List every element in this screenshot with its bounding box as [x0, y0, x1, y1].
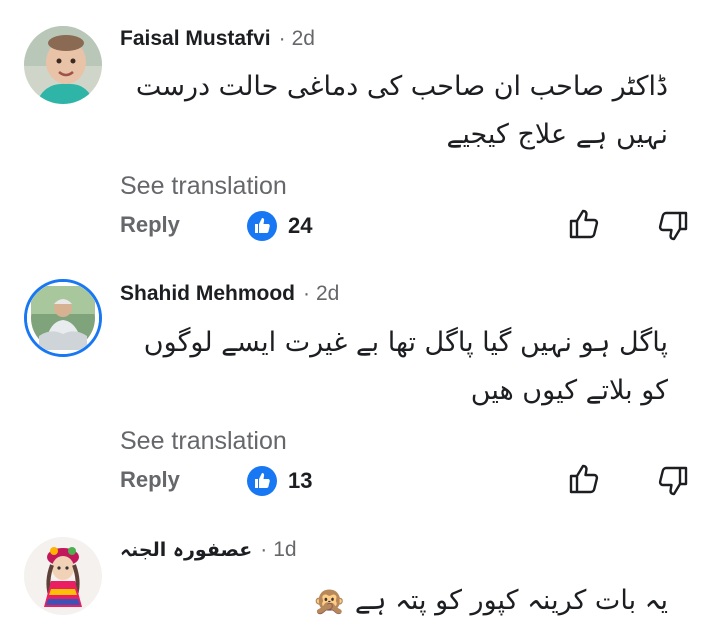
thumbs-up-icon[interactable]: [566, 461, 602, 497]
comment-text: پاگل ہو نہیں گیا پاگل تھا بے غیرت ایسے ل…: [118, 319, 668, 415]
comment-line: ڈاکٹر صاحب ان صاحب کی دماغی حالت درست: [135, 71, 668, 102]
see-no-evil-monkey-icon: 🙊: [312, 585, 347, 617]
reply-button[interactable]: Reply: [120, 212, 180, 238]
comment-line: کو بلاتے کیوں ھیں: [470, 375, 668, 406]
man-photo-icon: [27, 282, 99, 354]
reply-button[interactable]: Reply: [120, 467, 180, 493]
author-name[interactable]: عصفورہ الجنہ: [120, 539, 252, 561]
child-photo-icon: [24, 26, 102, 104]
thumbs-up-icon[interactable]: [566, 206, 602, 242]
thumbs-down-icon[interactable]: [655, 208, 691, 244]
comment-line: پاگل ہو نہیں گیا پاگل تھا بے غیرت ایسے ل…: [143, 327, 668, 358]
like-badge-icon[interactable]: [247, 211, 277, 241]
comment-item: Shahid Mehmood · 2d پاگل ہو نہیں گیا پاگ…: [0, 255, 720, 515]
comment-item: عصفورہ الجنہ · 1d یہ بات کرینہ کپور کو پ…: [0, 515, 720, 635]
avatar[interactable]: [24, 26, 102, 104]
separator-dot: ·: [260, 538, 268, 561]
timestamp[interactable]: 1d: [273, 538, 296, 562]
comment-text: ڈاکٹر صاحب ان صاحب کی دماغی حالت درست نہ…: [118, 63, 668, 159]
comment-line: یہ بات کرینہ کپور کو پتہ ہے 🙊: [118, 577, 668, 626]
comment-actions: Reply 13: [0, 461, 720, 501]
thumbs-down-icon[interactable]: [655, 463, 691, 499]
comment-header: Shahid Mehmood · 2d: [120, 279, 339, 309]
like-badge-icon[interactable]: [247, 466, 277, 496]
see-translation-link[interactable]: See translation: [120, 427, 287, 456]
comment-actions: Reply 24: [0, 206, 720, 246]
avatar[interactable]: [24, 537, 102, 615]
comment-text: یہ بات کرینہ کپور کو پتہ ہے 🙊: [118, 577, 668, 626]
see-translation-link[interactable]: See translation: [120, 172, 287, 201]
comment-item: Faisal Mustafvi · 2d ڈاکٹر صاحب ان صاحب …: [0, 0, 720, 255]
comment-line-text: یہ بات کرینہ کپور کو پتہ ہے: [354, 585, 668, 616]
timestamp[interactable]: 2d: [292, 27, 315, 51]
separator-dot: ·: [303, 282, 310, 305]
author-name[interactable]: Shahid Mehmood: [120, 282, 295, 306]
like-count: 13: [288, 468, 313, 493]
like-count: 24: [288, 213, 313, 238]
avatar[interactable]: [24, 279, 102, 357]
author-name[interactable]: Faisal Mustafvi: [120, 27, 271, 51]
timestamp[interactable]: 2d: [316, 282, 339, 306]
comment-header: عصفورہ الجنہ · 1d: [120, 535, 297, 565]
comment-line: نہیں ہے علاج کیجیے: [446, 119, 668, 150]
doll-photo-icon: [24, 537, 102, 615]
comment-header: Faisal Mustafvi · 2d: [120, 24, 315, 54]
separator-dot: ·: [278, 27, 286, 50]
